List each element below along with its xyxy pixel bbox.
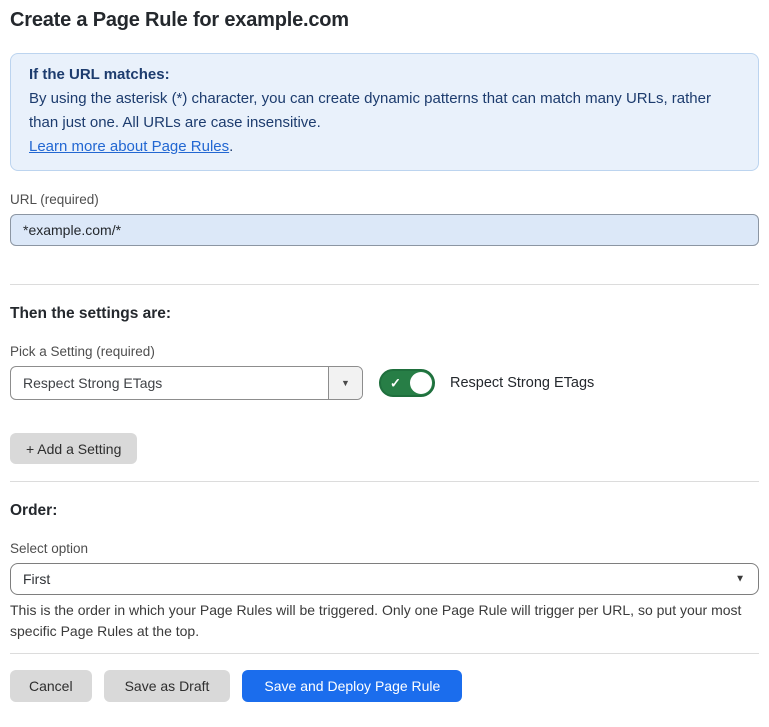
info-box-heading: If the URL matches: [29, 63, 740, 87]
save-as-draft-button[interactable]: Save as Draft [104, 670, 231, 702]
divider [10, 284, 759, 285]
chevron-down-icon: ▼ [735, 574, 745, 585]
save-and-deploy-button[interactable]: Save and Deploy Page Rule [242, 670, 462, 702]
url-match-info-box: If the URL matches: By using the asteris… [10, 53, 759, 171]
info-box-link-line: Learn more about Page Rules. [29, 135, 740, 159]
toggle-knob [410, 372, 432, 394]
order-select-label: Select option [10, 541, 759, 556]
url-input[interactable] [10, 214, 759, 246]
page-title: Create a Page Rule for example.com [10, 9, 759, 32]
url-label: URL (required) [10, 192, 759, 207]
learn-more-link[interactable]: Learn more about Page Rules [29, 138, 229, 155]
divider [10, 653, 759, 654]
info-box-body: By using the asterisk (*) character, you… [29, 87, 740, 135]
settings-heading: Then the settings are: [10, 305, 759, 323]
add-setting-button[interactable]: + Add a Setting [10, 433, 137, 464]
setting-picker-label: Pick a Setting (required) [10, 344, 759, 359]
cancel-button[interactable]: Cancel [10, 670, 92, 702]
chevron-down-icon: ▼ [341, 378, 350, 388]
setting-select-arrow-button[interactable]: ▼ [328, 367, 362, 399]
order-heading: Order: [10, 502, 759, 520]
link-suffix: . [229, 138, 233, 155]
setting-toggle-label: Respect Strong ETags [450, 375, 594, 391]
footer-actions: Cancel Save as Draft Save and Deploy Pag… [10, 670, 759, 702]
check-icon: ✓ [390, 377, 401, 390]
order-select[interactable]: First ▼ [10, 563, 759, 595]
setting-toggle[interactable]: ✓ [379, 369, 435, 397]
setting-select[interactable]: Respect Strong ETags ▼ [10, 366, 363, 400]
divider [10, 481, 759, 482]
order-help-text: This is the order in which your Page Rul… [10, 600, 755, 642]
order-select-value: First [23, 571, 50, 587]
create-page-rule-panel: Create a Page Rule for example.com If th… [0, 9, 769, 702]
setting-select-value: Respect Strong ETags [11, 367, 328, 399]
setting-row: Respect Strong ETags ▼ ✓ Respect Strong … [10, 366, 759, 400]
